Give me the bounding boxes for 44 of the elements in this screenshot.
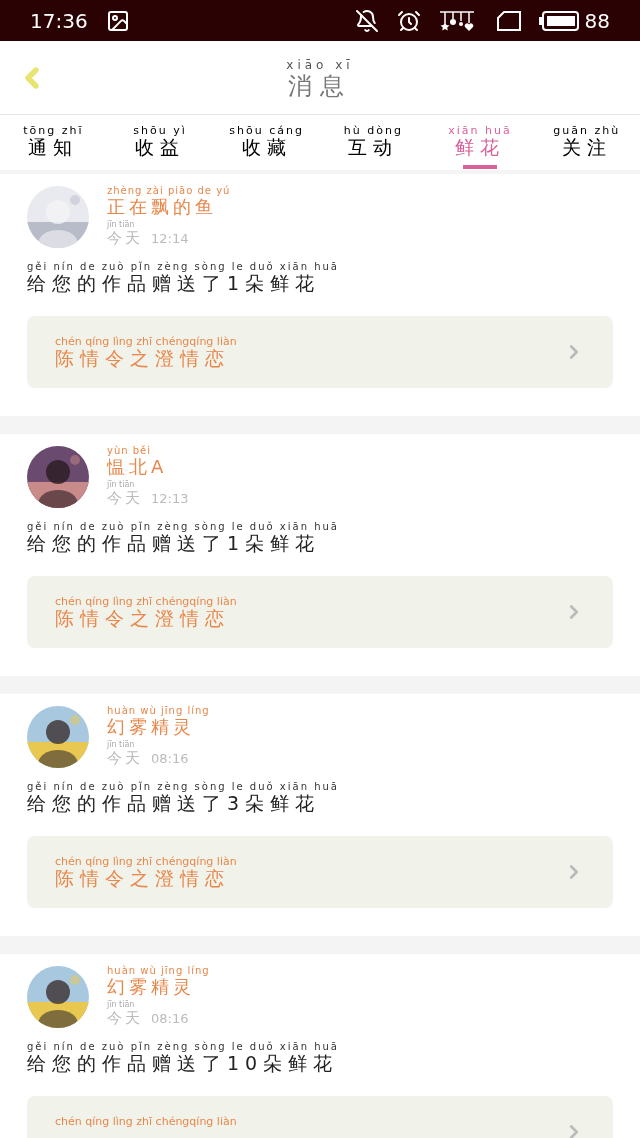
sim-card-icon [496, 10, 521, 31]
pinyin-annotation: yùn běi [107, 446, 152, 457]
pinyin-annotation: jīn tiān [107, 480, 135, 489]
message-time: 08:16 [151, 751, 189, 768]
battery-level: 88 [584, 7, 610, 35]
pinyin-annotation: huàn wù jīng líng [107, 706, 210, 717]
message-text: 给您的作品赠送了1朵鲜花 [27, 272, 321, 296]
battery-icon [538, 10, 579, 31]
hanging-charms-icon [438, 10, 475, 31]
message-text: 给您的作品赠送了10朵鲜花 [27, 1052, 339, 1076]
tab[interactable]: guān zhù 关注 [533, 115, 640, 170]
message-time: 08:16 [151, 1011, 189, 1028]
message-text: 给您的作品赠送了1朵鲜花 [27, 532, 321, 556]
sender-name: 正在飘的鱼 [107, 196, 217, 219]
pinyin-annotation: gěi nín de zuò pǐn zèng sòng le duǒ xiān huā [27, 262, 339, 272]
tab[interactable]: shōu cáng 收藏 [213, 115, 320, 170]
pinyin-annotation: gěi nín de zuò pǐn zèng sòng le duǒ xiān huā [27, 522, 339, 532]
message-time: 12:13 [151, 491, 189, 508]
pinyin-annotation: huàn wù jīng líng [107, 966, 210, 977]
page-title: 消息 [288, 71, 352, 101]
pinyin-annotation: jīn tiān [107, 740, 135, 749]
image-icon [105, 8, 130, 33]
message-day: 今天 [107, 228, 143, 248]
pinyin-annotation: xiāo xī [286, 59, 354, 71]
bell-off-icon [354, 8, 379, 33]
sender-name: 幻雾精灵 [107, 716, 195, 739]
status-time: 17:36 [30, 7, 88, 35]
pinyin-annotation: zhèng zài piāo de yú [107, 186, 231, 197]
tab[interactable]: hù dòng 互动 [320, 115, 427, 170]
message-time: 12:14 [151, 231, 189, 248]
message-day: 今天 [107, 1008, 143, 1028]
tab[interactable]: shōu yì 收益 [106, 115, 214, 170]
message-day: 今天 [107, 488, 143, 508]
pinyin-annotation: gěi nín de zuò pǐn zèng sòng le duǒ xiān huā [27, 1042, 339, 1052]
pinyin-annotation: jīn tiān [107, 1000, 135, 1009]
tab[interactable]: tōng zhī 通知 [0, 115, 107, 170]
alarm-icon [396, 8, 421, 33]
pinyin-annotation: gěi nín de zuò pǐn zèng sòng le duǒ xiān huā [27, 782, 339, 792]
tab[interactable]: xiān huā 鲜花 [426, 115, 534, 170]
message-day: 今天 [107, 748, 143, 768]
pinyin-annotation: jīn tiān [107, 220, 135, 229]
sender-name: 愠北A [107, 456, 168, 479]
sender-name: 幻雾精灵 [107, 976, 195, 999]
message-text: 给您的作品赠送了3朵鲜花 [27, 792, 321, 816]
